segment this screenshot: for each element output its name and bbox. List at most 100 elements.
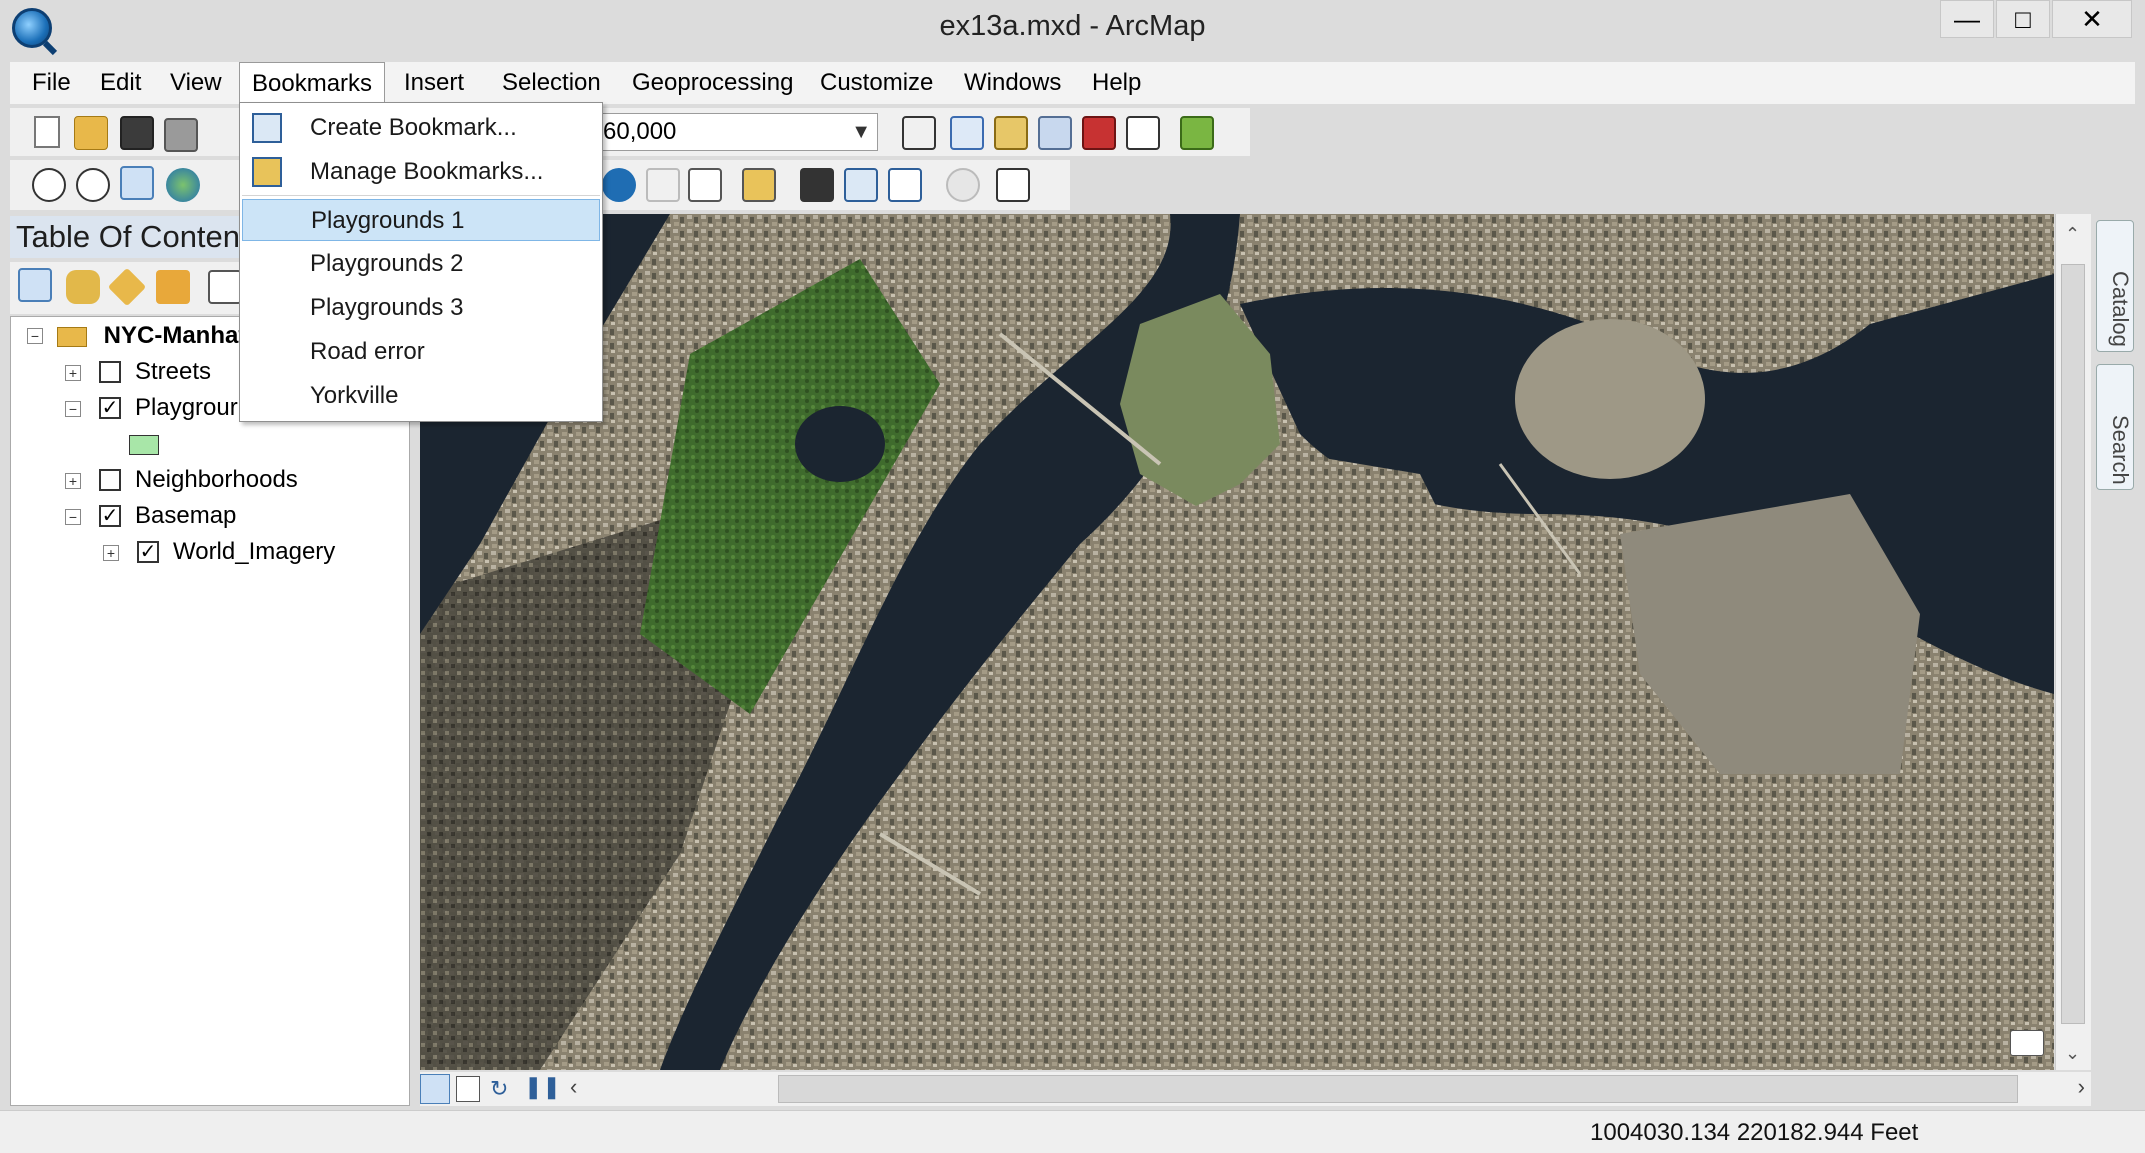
expand-icon[interactable]: + [103,545,119,561]
zoom-in-icon[interactable] [32,168,66,202]
pan-icon[interactable] [120,166,154,200]
bookmark-playgrounds-3[interactable]: Playgrounds 3 [242,287,600,329]
identify-icon[interactable] [602,168,636,202]
maximize-button[interactable]: □ [1996,0,2050,38]
bookmark-yorkville[interactable]: Yorkville [242,375,600,417]
editor-toolbar-icon[interactable] [902,116,936,150]
menu-bar: File Edit View Bookmarks Insert Selectio… [10,62,2135,104]
data-view-icon[interactable] [420,1074,450,1104]
arctoolbox-icon[interactable] [1082,116,1116,150]
modelbuilder-icon[interactable] [1180,116,1214,150]
bookmark-playgrounds-1[interactable]: Playgrounds 1 [242,199,600,241]
map-display[interactable] [420,214,2054,1070]
create-viewer-window-icon[interactable] [996,168,1030,202]
full-extent-icon[interactable] [166,168,200,202]
time-slider-icon[interactable] [946,168,980,202]
pause-drawing-icon[interactable]: ❚❚ [524,1074,561,1100]
new-document-icon[interactable] [34,116,60,148]
table-of-contents: − NYC-Manhat + Streets − ✓ Playgrour + N… [10,316,410,1106]
bookmark-road-error[interactable]: Road error [242,331,600,373]
find-route-icon[interactable] [844,168,878,202]
list-by-selection-icon[interactable] [156,270,190,304]
zoom-out-icon[interactable] [76,168,110,202]
horizontal-scroll-thumb[interactable] [778,1075,2018,1103]
expand-icon[interactable]: + [65,365,81,381]
menu-bookmarks[interactable]: Bookmarks [239,62,386,104]
manage-bookmarks-label: Manage Bookmarks... [310,158,544,185]
measure-icon[interactable] [742,168,776,202]
create-bookmark-item[interactable]: Create Bookmark... [242,107,600,149]
save-icon[interactable] [120,116,154,150]
scroll-right-icon[interactable]: › [2078,1074,2085,1100]
layers-icon [57,326,87,347]
checkbox-playgrounds[interactable]: ✓ [99,397,121,419]
toc-layer-streets[interactable]: Streets [135,357,211,387]
playground-symbol[interactable] [129,435,159,455]
map-scale-value: 60,000 [603,118,677,145]
go-to-xy-icon[interactable] [888,168,922,202]
html-popup-icon[interactable] [688,168,722,202]
create-bookmark-label: Create Bookmark... [310,114,517,141]
menu-windows[interactable]: Windows [952,62,1073,104]
map-tips-icon[interactable] [2010,1030,2044,1056]
collapse-icon[interactable]: − [27,328,43,344]
scroll-down-icon[interactable]: ⌄ [2065,1043,2080,1064]
menu-insert[interactable]: Insert [392,62,476,104]
toc-layer-world-imagery[interactable]: World_Imagery [173,537,335,567]
toc-layer-basemap[interactable]: Basemap [135,501,236,531]
expand-icon[interactable]: + [65,473,81,489]
toc-layer-neighborhoods[interactable]: Neighborhoods [135,465,298,495]
map-vertical-scrollbar[interactable]: ⌃ ⌄ [2055,214,2091,1070]
vertical-scroll-thumb[interactable] [2061,264,2085,1024]
list-by-visibility-icon[interactable] [107,267,147,307]
open-folder-icon[interactable] [74,116,108,150]
find-icon[interactable] [800,168,834,202]
map-scale-combobox[interactable]: 60,000 ▼ [596,113,878,151]
satellite-imagery [420,214,2054,1070]
scroll-left-icon[interactable]: ‹ [570,1074,577,1100]
list-by-drawing-order-icon[interactable] [18,268,52,302]
collapse-icon[interactable]: − [65,401,81,417]
search-window-icon[interactable] [1038,116,1072,150]
bookmarks-dropdown: Create Bookmark... Manage Bookmarks... P… [239,102,603,422]
menu-file[interactable]: File [20,62,83,104]
window-title: ex13a.mxd - ArcMap [939,10,1206,42]
table-of-contents-icon[interactable] [950,116,984,150]
checkbox-basemap[interactable]: ✓ [99,505,121,527]
catalog-window-icon[interactable] [994,116,1028,150]
menu-edit[interactable]: Edit [88,62,153,104]
hyperlink-icon[interactable] [646,168,680,202]
toc-options-icon[interactable] [208,270,242,304]
menu-selection[interactable]: Selection [490,62,613,104]
print-icon[interactable] [164,118,198,152]
minimize-button[interactable]: — [1940,0,1994,38]
data-frame-name: NYC-Manhat [103,322,247,349]
menu-help[interactable]: Help [1080,62,1153,104]
menu-separator [242,195,600,196]
collapse-icon[interactable]: − [65,509,81,525]
manage-bookmarks-icon [252,157,282,187]
search-tab[interactable]: Search [2096,364,2134,490]
bookmark-playgrounds-2[interactable]: Playgrounds 2 [242,243,600,285]
menu-geoprocessing[interactable]: Geoprocessing [620,62,805,104]
refresh-icon[interactable]: ↻ [490,1076,508,1102]
map-horizontal-scrollbar[interactable]: ↻ ❚❚ ‹ › [420,1072,2091,1106]
title-bar: ex13a.mxd - ArcMap — □ ✕ [0,0,2145,56]
close-button[interactable]: ✕ [2052,0,2132,38]
status-bar: 1004030.134 220182.944 Feet [0,1110,2145,1153]
menu-customize[interactable]: Customize [808,62,945,104]
side-dock: Catalog Search [2096,214,2136,614]
manage-bookmarks-item[interactable]: Manage Bookmarks... [242,151,600,193]
checkbox-world-imagery[interactable]: ✓ [137,541,159,563]
list-by-source-icon[interactable] [66,270,100,304]
scroll-up-icon[interactable]: ⌃ [2065,224,2080,245]
chevron-down-icon[interactable]: ▼ [851,114,871,150]
cursor-coordinates: 1004030.134 220182.944 Feet [1590,1119,1919,1146]
python-window-icon[interactable] [1126,116,1160,150]
layout-view-icon[interactable] [456,1076,480,1102]
catalog-tab[interactable]: Catalog [2096,220,2134,352]
menu-view[interactable]: View [158,62,234,104]
checkbox-neighborhoods[interactable] [99,469,121,491]
create-bookmark-icon [252,113,282,143]
checkbox-streets[interactable] [99,361,121,383]
